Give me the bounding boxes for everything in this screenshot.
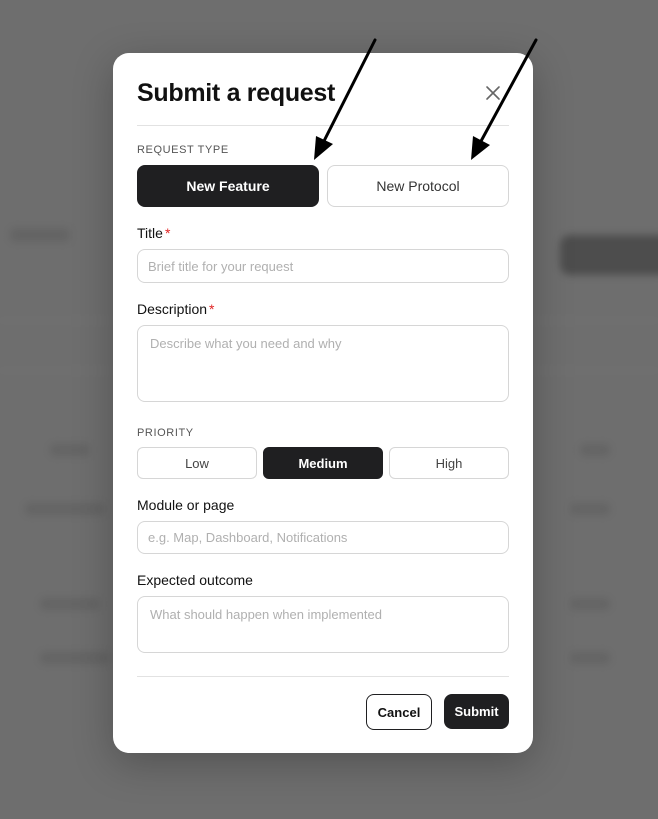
- required-mark: *: [164, 225, 171, 241]
- priority-low-button[interactable]: Low: [137, 447, 257, 479]
- outcome-label: Expected outcome: [137, 572, 253, 588]
- submit-button[interactable]: Submit: [444, 694, 509, 729]
- description-label: Description *: [137, 301, 215, 317]
- priority-medium-button[interactable]: Medium: [263, 447, 383, 479]
- required-mark: *: [209, 301, 215, 317]
- outcome-textarea[interactable]: [137, 596, 509, 653]
- title-input[interactable]: [137, 249, 509, 283]
- priority-section: PRIORITY Low Medium High: [137, 427, 509, 479]
- request-type-toggle: New Feature New Protocol: [137, 165, 509, 207]
- title-label: Title *: [137, 225, 171, 241]
- module-field-group: Module or page: [137, 497, 509, 554]
- module-input[interactable]: [137, 521, 509, 554]
- module-label: Module or page: [137, 497, 235, 513]
- description-field-group: Description *: [137, 301, 509, 407]
- close-icon[interactable]: [481, 81, 505, 105]
- title-field-group: Title *: [137, 225, 509, 283]
- outcome-field-group: Expected outcome: [137, 572, 509, 658]
- priority-label: PRIORITY: [137, 427, 194, 439]
- modal-title: Submit a request: [137, 79, 336, 107]
- request-type-section: REQUEST TYPE New Feature New Protocol: [137, 144, 509, 207]
- description-textarea[interactable]: [137, 325, 509, 402]
- new-protocol-button[interactable]: New Protocol: [327, 165, 509, 207]
- modal-footer: Cancel Submit: [137, 676, 509, 753]
- priority-toggle: Low Medium High: [137, 447, 509, 479]
- cancel-button[interactable]: Cancel: [366, 694, 432, 730]
- priority-high-button[interactable]: High: [389, 447, 509, 479]
- new-feature-button[interactable]: New Feature: [137, 165, 319, 207]
- request-modal: Submit a request REQUEST TYPE New Featur…: [113, 53, 533, 753]
- modal-header: Submit a request: [137, 53, 509, 126]
- request-type-label: REQUEST TYPE: [137, 144, 229, 156]
